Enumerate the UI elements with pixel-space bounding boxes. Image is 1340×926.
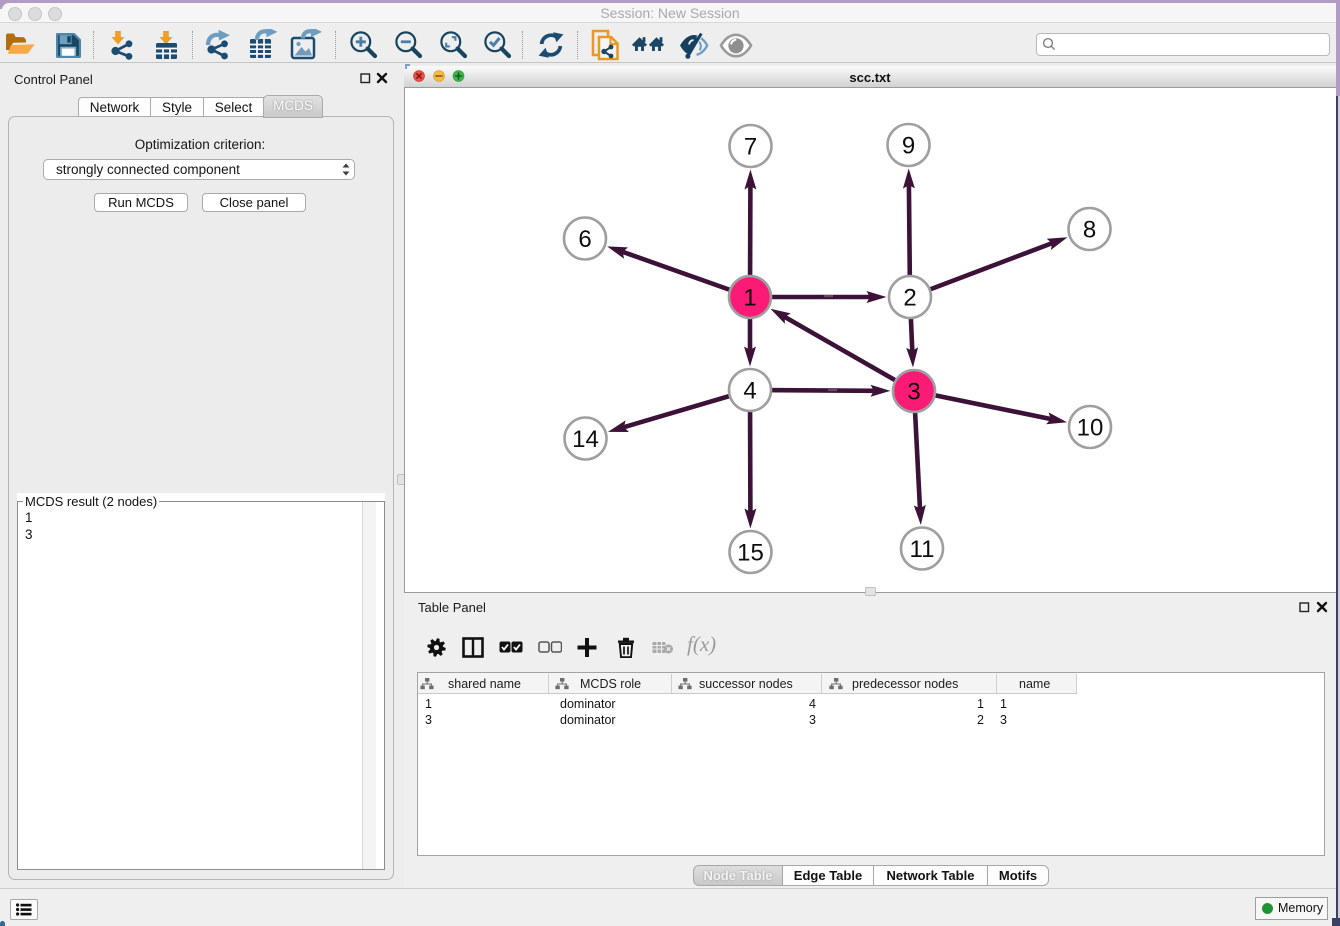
svg-text:6: 6 — [578, 226, 591, 253]
svg-text:14: 14 — [572, 426, 599, 453]
svg-text:2: 2 — [903, 285, 916, 312]
svg-text:7: 7 — [744, 134, 757, 161]
svg-text:8: 8 — [1083, 217, 1096, 244]
svg-text:11: 11 — [910, 536, 935, 563]
svg-text:9: 9 — [902, 133, 915, 160]
svg-text:3: 3 — [907, 379, 920, 406]
svg-text:10: 10 — [1077, 415, 1104, 442]
svg-text:1: 1 — [743, 285, 756, 312]
svg-text:15: 15 — [737, 540, 764, 567]
svg-text:4: 4 — [743, 378, 756, 405]
